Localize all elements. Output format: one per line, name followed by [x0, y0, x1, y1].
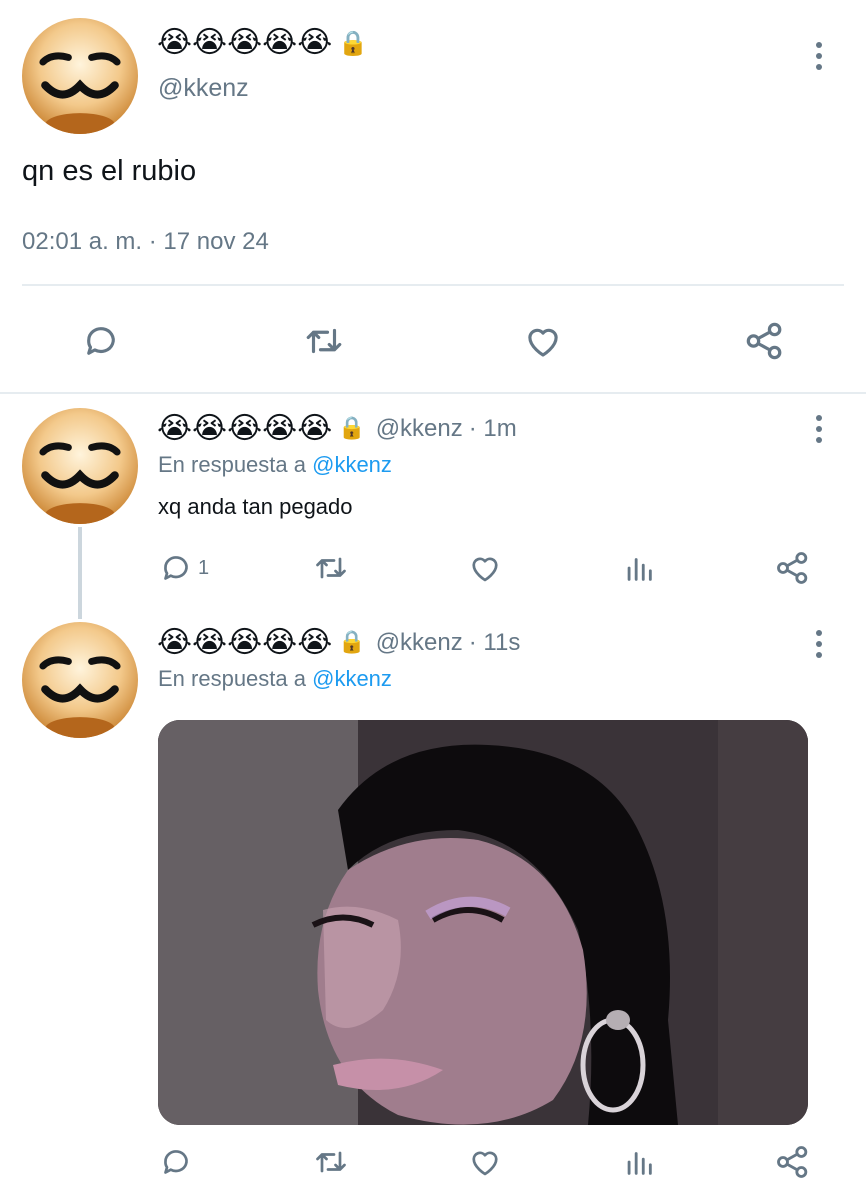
avatar-image [39, 52, 121, 134]
avatar-image [39, 656, 121, 738]
display-name-emoji: 😭😭😭😭😭 [157, 25, 333, 60]
reply-prefix: En respuesta a [158, 666, 306, 691]
display-name[interactable]: 😭😭😭😭😭 [157, 628, 332, 658]
tweet-text: xq anda tan pegado [158, 494, 353, 519]
share-icon[interactable] [773, 548, 813, 588]
like-icon[interactable] [521, 320, 565, 362]
reply-icon[interactable] [80, 320, 122, 362]
tweet-timestamp: 02:01 a. m. · 17 nov 24 [22, 228, 269, 255]
like-icon[interactable] [466, 1144, 504, 1180]
more-options-icon[interactable] [814, 415, 824, 443]
user-handle[interactable]: @kkenz [158, 74, 249, 103]
reply-header: 😭😭😭😭😭 🔒 @kkenz · 11s [157, 628, 520, 658]
display-name[interactable]: 😭😭😭😭😭 🔒 [157, 28, 368, 58]
display-name[interactable]: 😭😭😭😭😭 [157, 414, 332, 444]
user-handle[interactable]: @kkenz [376, 629, 463, 657]
tweet-time: · 11s [468, 629, 521, 656]
tweet-time: · 1m [468, 415, 517, 442]
reply-prefix: En respuesta a [158, 452, 306, 477]
reply-to-line: En respuesta a @kkenz [158, 452, 392, 478]
reply-to-link[interactable]: @kkenz [312, 666, 392, 691]
tweet-text: qn es el rubio [22, 155, 197, 187]
thread-line [78, 527, 82, 619]
lock-icon: 🔒 [338, 416, 366, 441]
views-icon[interactable] [622, 550, 656, 586]
reply-to-link[interactable]: @kkenz [312, 452, 392, 477]
photo-image [158, 720, 808, 1125]
avatar[interactable] [22, 18, 138, 134]
more-options-icon[interactable] [814, 42, 824, 70]
divider [22, 284, 844, 286]
avatar-image [39, 442, 121, 524]
user-handle[interactable]: @kkenz [376, 415, 463, 443]
avatar[interactable] [22, 622, 138, 738]
reply-count: 1 [198, 556, 210, 579]
avatar[interactable] [22, 408, 138, 524]
retweet-icon[interactable] [302, 320, 346, 362]
lock-icon: 🔒 [338, 29, 369, 57]
reply-icon[interactable] [158, 1144, 194, 1180]
lock-icon: 🔒 [338, 630, 366, 655]
retweet-icon[interactable] [312, 550, 350, 586]
reply-to-line: En respuesta a @kkenz [158, 666, 392, 692]
reply-icon [158, 550, 194, 586]
reply-header: 😭😭😭😭😭 🔒 @kkenz · 1m [157, 414, 517, 444]
share-icon[interactable] [742, 318, 788, 364]
views-icon[interactable] [622, 1144, 656, 1180]
share-icon[interactable] [773, 1142, 813, 1182]
tweet-photo[interactable] [158, 720, 808, 1125]
reply-button[interactable]: 1 [158, 550, 209, 586]
like-icon[interactable] [466, 550, 504, 586]
more-options-icon[interactable] [814, 630, 824, 658]
divider [0, 392, 866, 394]
retweet-icon[interactable] [312, 1144, 350, 1180]
